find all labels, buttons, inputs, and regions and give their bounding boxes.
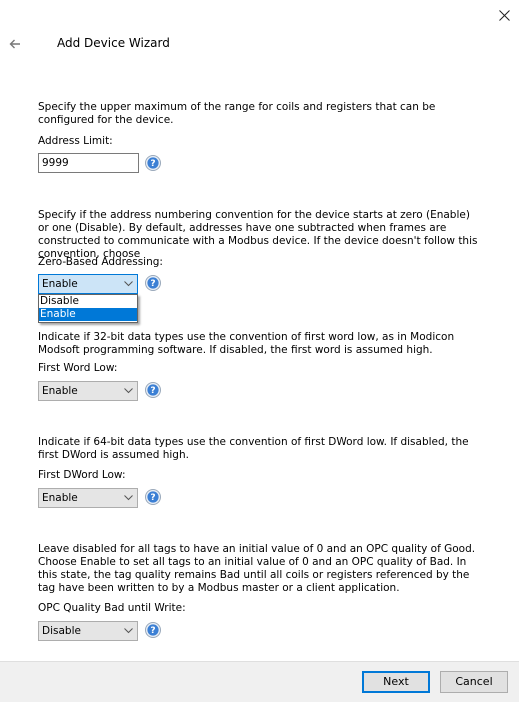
first-dword-low-select[interactable]: Enable	[38, 488, 138, 508]
next-button[interactable]: Next	[362, 671, 430, 693]
opc-quality-help-button[interactable]: ?	[145, 622, 161, 638]
zero-based-description: Specify if the address numbering convent…	[38, 209, 478, 260]
zero-based-select[interactable]: Enable	[38, 274, 138, 294]
opc-quality-section: Leave disabled for all tags to have an i…	[38, 543, 478, 595]
zero-based-help-button[interactable]: ?	[145, 275, 161, 291]
address-limit-input[interactable]: 9999	[38, 153, 139, 173]
chevron-down-icon	[124, 388, 133, 394]
back-button[interactable]	[5, 34, 25, 54]
zero-based-value: Enable	[42, 278, 78, 290]
wizard-footer: Next Cancel	[0, 661, 519, 702]
dropdown-option-enable[interactable]: Enable	[39, 308, 137, 321]
help-icon: ?	[145, 275, 161, 291]
svg-text:?: ?	[150, 493, 155, 503]
chevron-down-icon	[124, 495, 133, 501]
first-dword-low-description: Indicate if 64-bit data types use the co…	[38, 436, 469, 461]
help-icon: ?	[145, 622, 161, 638]
opc-quality-description: Leave disabled for all tags to have an i…	[38, 543, 476, 594]
help-icon: ?	[145, 489, 161, 505]
first-dword-low-value: Enable	[42, 492, 78, 504]
dropdown-option-disable[interactable]: Disable	[39, 295, 137, 308]
chevron-down-icon	[124, 628, 133, 634]
zero-based-section: Specify if the address numbering convent…	[38, 209, 478, 261]
svg-text:?: ?	[150, 626, 155, 636]
first-dword-low-help-button[interactable]: ?	[145, 489, 161, 505]
help-icon: ?	[145, 155, 161, 171]
svg-text:?: ?	[150, 159, 155, 169]
address-limit-section: Specify the upper maximum of the range f…	[38, 101, 478, 127]
address-limit-label: Address Limit:	[38, 135, 113, 147]
svg-text:?: ?	[150, 279, 155, 289]
svg-text:?: ?	[150, 386, 155, 396]
chevron-down-icon	[124, 281, 133, 287]
first-word-low-select[interactable]: Enable	[38, 381, 138, 401]
page-title: Add Device Wizard	[57, 36, 170, 50]
arrow-left-icon	[9, 39, 20, 49]
opc-quality-value: Disable	[42, 625, 81, 637]
address-limit-description: Specify the upper maximum of the range f…	[38, 101, 436, 126]
close-button[interactable]	[494, 5, 514, 25]
first-word-low-description: Indicate if 32-bit data types use the co…	[38, 331, 455, 356]
cancel-button[interactable]: Cancel	[440, 671, 508, 693]
first-dword-low-label: First DWord Low:	[38, 469, 126, 481]
opc-quality-label: OPC Quality Bad until Write:	[38, 602, 186, 614]
first-word-low-section: Indicate if 32-bit data types use the co…	[38, 331, 478, 357]
help-icon: ?	[145, 382, 161, 398]
opc-quality-select[interactable]: Disable	[38, 621, 138, 641]
zero-based-dropdown-list: Disable Enable	[38, 294, 138, 323]
address-limit-help-button[interactable]: ?	[145, 155, 161, 171]
zero-based-label: Zero-Based Addressing:	[38, 256, 163, 268]
first-dword-low-section: Indicate if 64-bit data types use the co…	[38, 436, 478, 462]
close-icon	[498, 9, 510, 21]
first-word-low-value: Enable	[42, 385, 78, 397]
first-word-low-help-button[interactable]: ?	[145, 382, 161, 398]
first-word-low-label: First Word Low:	[38, 362, 118, 374]
